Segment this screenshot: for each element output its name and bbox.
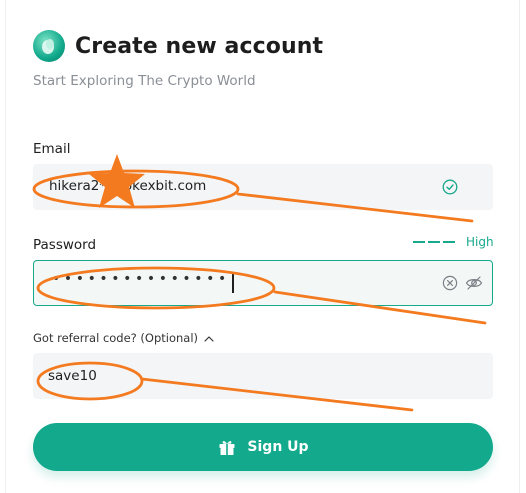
strength-text: High bbox=[466, 235, 494, 249]
email-field[interactable]: hikera2*** okexbit.com bbox=[33, 164, 493, 210]
strength-bar bbox=[443, 241, 455, 243]
gift-icon bbox=[217, 437, 237, 457]
referral-code-value: save10 bbox=[48, 368, 97, 384]
header: Create new account bbox=[33, 30, 323, 62]
password-strength: High bbox=[413, 235, 494, 249]
sign-up-label: Sign Up bbox=[247, 439, 309, 455]
referral-toggle-label: Got referral code? (Optional) bbox=[33, 331, 199, 345]
page-subtitle: Start Exploring The Crypto World bbox=[33, 73, 256, 89]
password-field[interactable]: ••••••••••••••• bbox=[33, 260, 493, 306]
eye-off-icon[interactable] bbox=[465, 274, 483, 292]
strength-bar bbox=[413, 241, 425, 243]
sign-up-button[interactable]: Sign Up bbox=[33, 423, 493, 471]
check-circle-icon bbox=[441, 178, 459, 196]
chevron-up-icon bbox=[204, 332, 214, 345]
card-edge bbox=[519, 0, 520, 493]
referral-code-field[interactable]: save10 bbox=[33, 353, 493, 399]
strength-bar bbox=[428, 241, 440, 243]
email-label: Email bbox=[33, 141, 71, 157]
page-title: Create new account bbox=[75, 33, 324, 59]
card-edge bbox=[5, 0, 6, 493]
password-label: Password bbox=[33, 237, 97, 253]
text-caret bbox=[232, 273, 234, 293]
email-value: hikera2*** okexbit.com bbox=[49, 178, 207, 194]
logo-icon bbox=[33, 30, 65, 62]
password-value: ••••••••••••••• bbox=[52, 271, 230, 287]
referral-toggle[interactable]: Got referral code? (Optional) bbox=[33, 331, 214, 345]
clear-icon[interactable] bbox=[441, 274, 459, 292]
